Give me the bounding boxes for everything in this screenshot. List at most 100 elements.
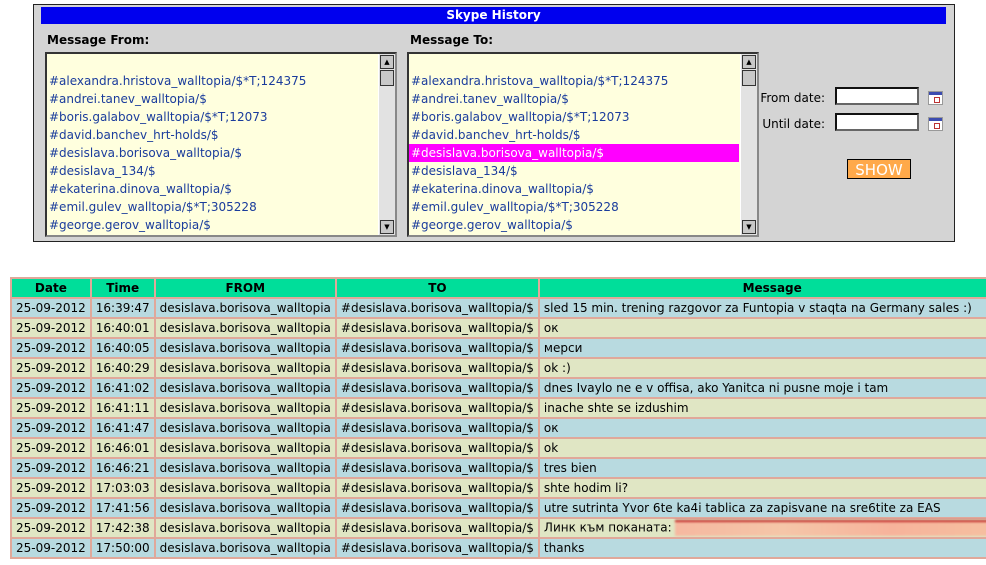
to-cell: #desislava.borisova_walltopia/$ xyxy=(336,359,538,377)
message-cell-text: utre sutrinta Yvor 6te ka4i tablica za z… xyxy=(543,501,941,515)
date-cell: 25-09-2012 xyxy=(12,439,90,457)
from-date-label: From date: xyxy=(760,91,825,105)
scroll-down-icon[interactable]: ▼ xyxy=(380,220,394,234)
date-cell: 25-09-2012 xyxy=(12,539,90,557)
list-option[interactable]: #emil.gulev_walltopia/$*T;305228 xyxy=(409,198,757,216)
from-cell-text: desislava.borisova_walltopia xyxy=(159,541,331,555)
message-cell: ok :) xyxy=(539,359,986,377)
column-header-message: Message xyxy=(539,279,986,297)
from-cell-text: desislava.borisova_walltopia xyxy=(159,461,331,475)
list-option[interactable]: #alexandra.hristova_walltopia/$*T;124375 xyxy=(47,72,395,90)
scroll-thumb[interactable] xyxy=(742,70,756,86)
list-option[interactable] xyxy=(47,54,395,72)
time-cell: 16:39:47 xyxy=(91,299,154,317)
message-from-label: Message From: xyxy=(47,33,150,47)
list-option[interactable]: #desislava_134/$ xyxy=(409,162,757,180)
message-cell-text: sled 15 min. trening razgovor za Funtopi… xyxy=(543,301,972,315)
list-option[interactable]: #ekaterina.dinova_walltopia/$ xyxy=(47,180,395,198)
from-cell: desislava.borisova_walltopia xyxy=(155,319,335,337)
table-row: 25-09-2012 17:03:03 desislava.borisova_wal… xyxy=(12,479,986,497)
time-cell-text: 16:46:01 xyxy=(95,441,150,455)
list-option[interactable]: #andrei.tanev_walltopia/$ xyxy=(47,90,395,108)
time-cell-text: 17:41:56 xyxy=(95,501,150,515)
message-cell: ок xyxy=(539,319,986,337)
list-option[interactable]: #david.banchev_hrt-holds/$ xyxy=(47,126,395,144)
table-row: 25-09-2012 16:41:02 desislava.borisova_wal… xyxy=(12,379,986,397)
from-cell: desislava.borisova_walltopia xyxy=(155,419,335,437)
scroll-thumb[interactable] xyxy=(380,70,394,86)
list-option[interactable]: #david.banchev_hrt-holds/$ xyxy=(409,126,757,144)
until-date-label: Until date: xyxy=(762,117,825,131)
column-header-date: Date xyxy=(12,279,90,297)
time-cell: 17:42:38 xyxy=(91,519,154,537)
time-cell: 17:41:56 xyxy=(91,499,154,517)
date-cell-text: 25-09-2012 xyxy=(16,441,86,455)
message-cell: ок xyxy=(539,419,986,437)
calendar-icon[interactable] xyxy=(928,91,943,105)
message-cell-text: tres bien xyxy=(543,461,597,475)
date-cell: 25-09-2012 xyxy=(12,319,90,337)
time-cell-text: 16:40:29 xyxy=(95,361,150,375)
from-cell-text: desislava.borisova_walltopia xyxy=(159,421,331,435)
scrollbar[interactable]: ▲ ▼ xyxy=(740,54,757,235)
time-cell: 16:46:21 xyxy=(91,459,154,477)
scroll-down-icon[interactable]: ▼ xyxy=(742,220,756,234)
column-header-to: TO xyxy=(336,279,538,297)
time-cell-text: 16:41:11 xyxy=(95,401,150,415)
from-cell: desislava.borisova_walltopia xyxy=(155,379,335,397)
list-option[interactable]: #desislava.borisova_walltopia/$ xyxy=(47,144,395,162)
list-option[interactable]: #george.gerov_walltopia/$ xyxy=(409,216,757,234)
list-option[interactable]: #desislava.borisova_walltopia/$ xyxy=(409,144,739,162)
to-cell: #desislava.borisova_walltopia/$ xyxy=(336,339,538,357)
list-option[interactable]: #george.gerov_walltopia/$ xyxy=(47,216,395,234)
time-cell: 16:41:11 xyxy=(91,399,154,417)
calendar-icon[interactable] xyxy=(928,117,943,131)
from-date-input[interactable] xyxy=(835,87,919,105)
message-cell: tres bien xyxy=(539,459,986,477)
from-cell-text: desislava.borisova_walltopia xyxy=(159,321,331,335)
message-to-label: Message To: xyxy=(410,33,494,47)
to-cell-text: #desislava.borisova_walltopia/$ xyxy=(340,381,534,395)
from-cell: desislava.borisova_walltopia xyxy=(155,359,335,377)
list-option[interactable]: #emil.gulev_walltopia/$*T;305228 xyxy=(47,198,395,216)
history-table: Date Time FROM TO Message 25-09-2012 16:39:47… xyxy=(10,277,986,559)
list-option[interactable]: #boris.galabov_walltopia/$*T;12073 xyxy=(47,108,395,126)
table-row: 25-09-2012 16:46:01 desislava.borisova_wal… xyxy=(12,439,986,457)
message-cell: sled 15 min. trening razgovor za Funtopi… xyxy=(539,299,986,317)
list-option[interactable]: #boris.galabov_walltopia/$*T;12073 xyxy=(409,108,757,126)
scroll-up-icon[interactable]: ▲ xyxy=(380,55,394,69)
time-cell: 17:03:03 xyxy=(91,479,154,497)
message-to-listbox[interactable]: #alexandra.hristova_walltopia/$*T;124375… xyxy=(407,52,759,237)
time-cell: 16:46:01 xyxy=(91,439,154,457)
redacted-link[interactable] xyxy=(675,520,986,536)
to-cell-text: #desislava.borisova_walltopia/$ xyxy=(340,321,534,335)
date-cell: 25-09-2012 xyxy=(12,359,90,377)
date-cell: 25-09-2012 xyxy=(12,379,90,397)
list-option[interactable]: #andrei.tanev_walltopia/$ xyxy=(409,90,757,108)
from-cell: desislava.borisova_walltopia xyxy=(155,339,335,357)
message-cell-text: thanks xyxy=(543,541,585,555)
time-cell: 16:40:01 xyxy=(91,319,154,337)
list-option[interactable]: #desislava_134/$ xyxy=(47,162,395,180)
scroll-up-icon[interactable]: ▲ xyxy=(742,55,756,69)
scrollbar[interactable]: ▲ ▼ xyxy=(378,54,395,235)
to-cell: #desislava.borisova_walltopia/$ xyxy=(336,299,538,317)
to-cell: #desislava.borisova_walltopia/$ xyxy=(336,319,538,337)
list-option[interactable]: #ekaterina.dinova_walltopia/$ xyxy=(409,180,757,198)
date-cell-text: 25-09-2012 xyxy=(16,301,86,315)
list-option[interactable] xyxy=(409,54,757,72)
until-date-input[interactable] xyxy=(835,113,919,131)
to-cell-text: #desislava.borisova_walltopia/$ xyxy=(340,341,534,355)
list-option[interactable]: #alexandra.hristova_walltopia/$*T;124375 xyxy=(409,72,757,90)
time-cell: 16:41:02 xyxy=(91,379,154,397)
message-from-listbox[interactable]: #alexandra.hristova_walltopia/$*T;124375… xyxy=(45,52,397,237)
message-cell: dnes Ivaylo ne e v offisa, ako Yanitca n… xyxy=(539,379,986,397)
to-cell: #desislava.borisova_walltopia/$ xyxy=(336,459,538,477)
message-cell: thanks xyxy=(539,539,986,557)
from-cell-text: desislava.borisova_walltopia xyxy=(159,441,331,455)
table-row: 25-09-2012 16:39:47 desislava.borisova_wal… xyxy=(12,299,986,317)
show-button[interactable]: SHOW xyxy=(847,159,911,179)
time-cell-text: 16:41:47 xyxy=(95,421,150,435)
to-cell-text: #desislava.borisova_walltopia/$ xyxy=(340,421,534,435)
time-cell: 17:50:00 xyxy=(91,539,154,557)
